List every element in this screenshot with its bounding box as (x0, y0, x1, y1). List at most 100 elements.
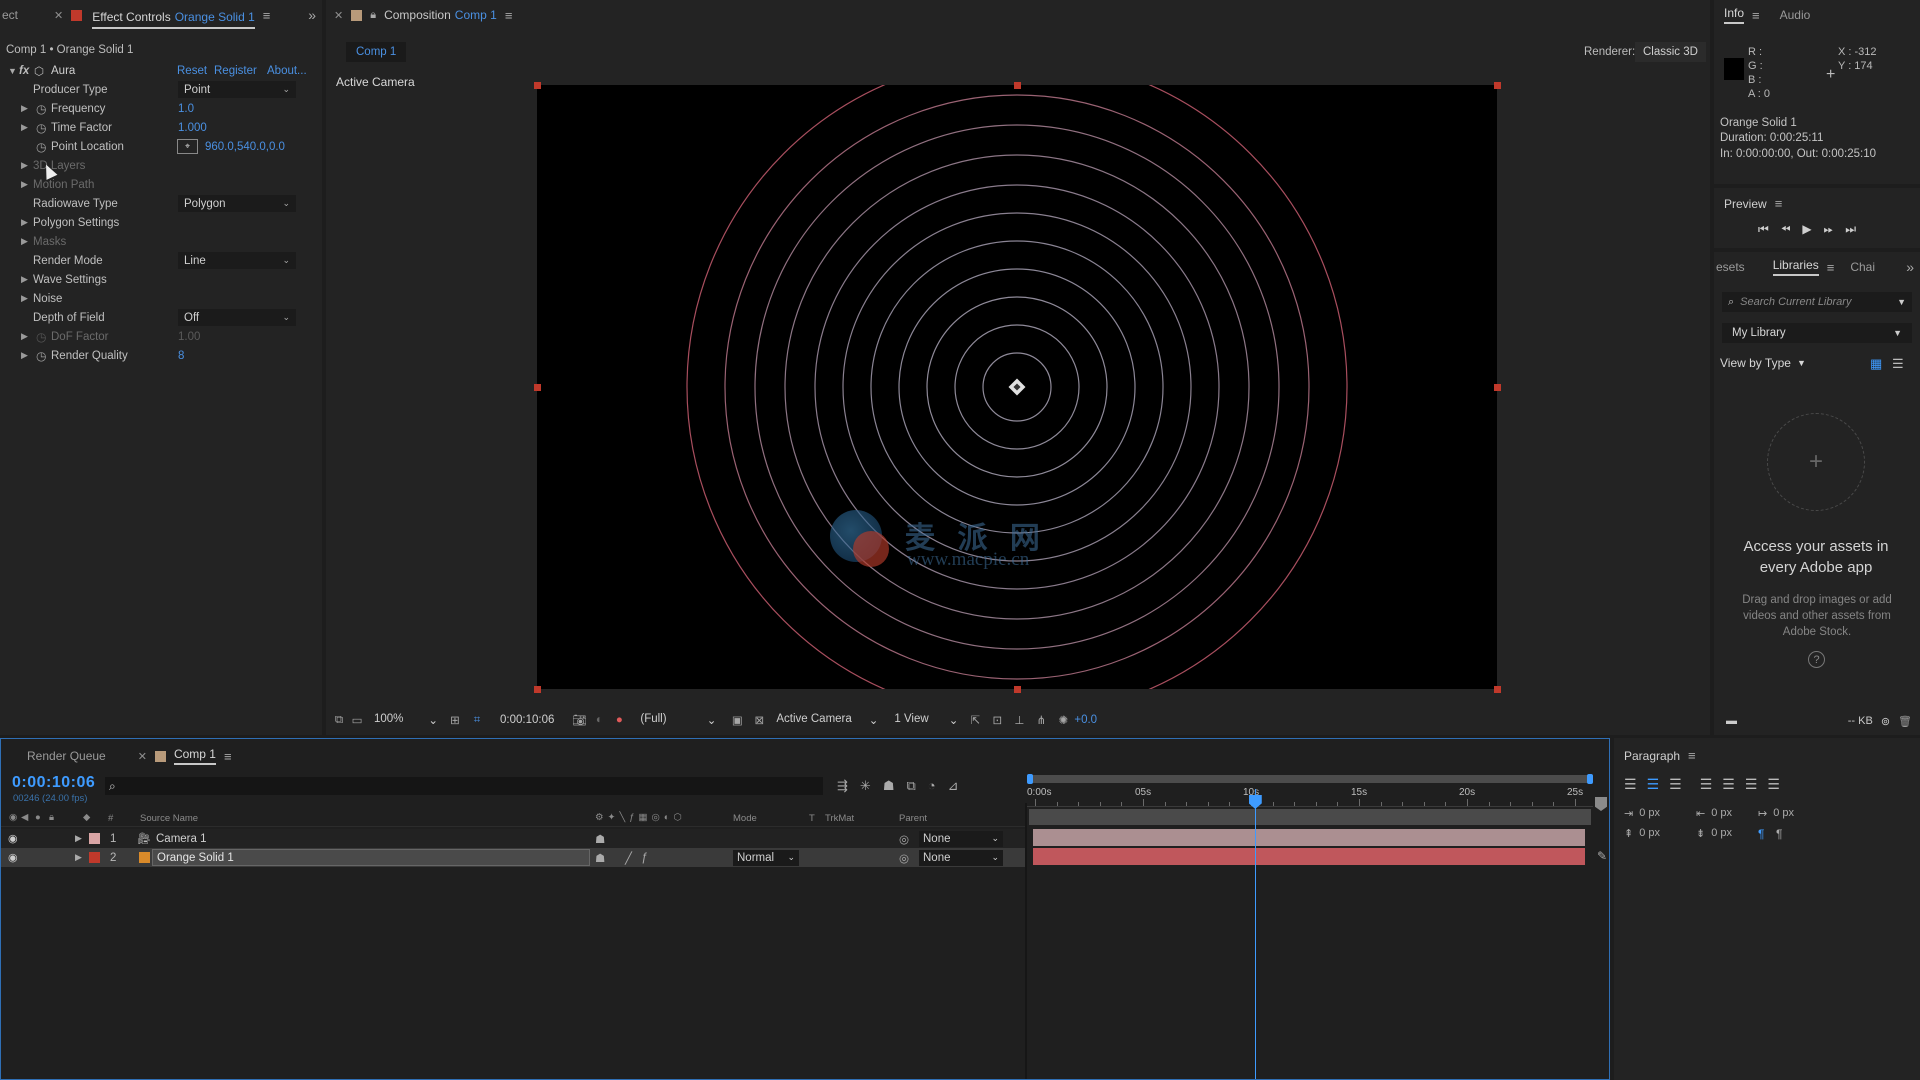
panel-menu-icon[interactable]: ≡ (1827, 260, 1835, 275)
frame-blending-icon[interactable]: ⧉ (906, 778, 915, 794)
panel-menu-icon[interactable]: ≡ (224, 749, 232, 764)
graph-editor-icon[interactable]: ⊿ (948, 778, 959, 794)
composition-viewer[interactable]: 麦 派 网 www.macpie.cn (537, 85, 1497, 689)
help-icon[interactable]: ? (1808, 651, 1825, 668)
close-icon[interactable]: ✕ (138, 750, 147, 763)
safe-zones-icon[interactable]: ⌗ (466, 714, 488, 727)
expand-triangle-icon[interactable]: ▶ (21, 217, 28, 228)
source-name-header[interactable]: Source Name (140, 813, 198, 824)
playhead[interactable] (1248, 789, 1262, 1079)
render-mode-dropdown[interactable]: Line ⌄ (178, 252, 296, 269)
renderer-button[interactable]: Classic 3D (1635, 42, 1706, 62)
play-icon[interactable]: ▶ (1802, 222, 1811, 237)
next-frame-icon[interactable]: ⏩︎ (1824, 222, 1834, 237)
expand-triangle-icon[interactable]: ▶ (21, 274, 28, 285)
justify-all-icon[interactable]: ☰ (1767, 776, 1780, 793)
stopwatch-icon[interactable]: ◷ (36, 330, 46, 344)
expand-triangle-icon[interactable]: ▶ (21, 293, 28, 304)
flowchart-icon[interactable]: ⋔ (1030, 713, 1052, 727)
layer-label-color[interactable] (89, 833, 100, 844)
grid-view-icon[interactable]: ▦ (1870, 356, 1882, 372)
layer-handle[interactable] (534, 384, 541, 391)
panel-menu-icon[interactable]: ≡ (263, 8, 271, 23)
resolution-dropdown[interactable]: (Full) ⌄ (640, 713, 716, 727)
layer-handle[interactable] (1494, 82, 1501, 89)
fit-icon[interactable]: ⊞ (444, 713, 466, 727)
layer-row-selected[interactable]: ◉ ▶ 2 Orange Solid 1 ☗ ╱ ƒ Normal ⌄ ◎ Non… (1, 848, 1025, 867)
tab-comp-1[interactable]: Comp 1 (173, 741, 216, 771)
align-right-icon[interactable]: ☰ (1669, 776, 1682, 793)
list-view-icon[interactable]: ☰ (1892, 356, 1904, 372)
tab-effects-presets[interactable]: esets (1714, 252, 1753, 282)
layer-search-input[interactable]: ⌕ (105, 777, 823, 795)
about-link[interactable]: About... (267, 65, 307, 77)
tab-audio[interactable]: Audio (1772, 0, 1819, 30)
work-area-end-handle[interactable] (1587, 774, 1593, 784)
justify-right-icon[interactable]: ☰ (1745, 776, 1758, 793)
indent-left-field[interactable]: ⇥ 0 px (1624, 807, 1660, 820)
direction-ltr-icon[interactable]: ¶ (1758, 827, 1764, 841)
close-icon[interactable]: ✕ (54, 9, 63, 22)
pickwhip-edge-icon[interactable]: ✎ (1597, 849, 1607, 863)
layer-handle[interactable] (534, 686, 541, 693)
timeline-icon[interactable]: ⊥ (1008, 713, 1030, 727)
time-ruler[interactable]: 0:00s 05s 10s 15s 20s 25s (1027, 785, 1593, 807)
reset-link[interactable]: Reset (177, 65, 207, 77)
parent-dropdown[interactable]: None ⌄ (919, 830, 1003, 847)
work-area-start-handle[interactable] (1027, 774, 1033, 784)
tab-effect-controls[interactable]: Effect Controls Orange Solid 1 (92, 7, 255, 29)
visibility-eye-icon[interactable]: ◉ (8, 832, 18, 845)
point-location-value[interactable]: 960.0,540.0,0.0 (205, 141, 285, 153)
space-before-field[interactable]: ⇞ 0 px (1624, 827, 1660, 840)
align-left-icon[interactable]: ☰ (1624, 776, 1637, 793)
shy-layers-icon[interactable]: ☗ (883, 778, 895, 794)
channel-icon[interactable]: ● (608, 714, 630, 726)
previous-frame-icon[interactable]: ⏪︎ (1781, 222, 1791, 237)
panel-menu-icon[interactable]: ≡ (1752, 8, 1760, 23)
camera-snapshot-icon[interactable]: 📷︎ (568, 713, 590, 727)
effect-switch-icon[interactable]: ƒ (641, 852, 647, 864)
layer-name-box[interactable]: Orange Solid 1 (152, 849, 590, 866)
parent-pickwhip-icon[interactable]: ◎ (899, 851, 909, 865)
stopwatch-icon[interactable]: ◷ (36, 121, 46, 135)
justify-left-icon[interactable]: ☰ (1700, 776, 1713, 793)
layer-bar-orange-solid[interactable] (1033, 848, 1585, 865)
fx-toggle-icon[interactable]: fx (19, 65, 29, 77)
close-icon[interactable]: ✕ (334, 9, 343, 22)
layer-bar-camera[interactable] (1033, 829, 1585, 846)
stopwatch-icon[interactable]: ◷ (36, 349, 46, 363)
justify-center-icon[interactable]: ☰ (1722, 776, 1735, 793)
layer-label-color[interactable] (89, 852, 100, 863)
sync-icon[interactable]: ⊚ (1881, 715, 1890, 728)
radiowave-type-dropdown[interactable]: Polygon ⌄ (178, 195, 296, 212)
shy-switch-icon[interactable]: ☗ (595, 832, 605, 846)
parent-dropdown[interactable]: None ⌄ (919, 849, 1003, 866)
toggle-pixel-aspect-icon[interactable]: ⇱ (964, 713, 986, 727)
frequency-value[interactable]: 1.0 (178, 103, 194, 115)
current-time[interactable]: 0:00:10:06 (500, 714, 554, 726)
expand-triangle-icon[interactable]: ▶ (75, 833, 82, 844)
visibility-eye-icon[interactable]: ◉ (8, 851, 18, 864)
library-search[interactable]: ⌕ Search Current Library ▼ (1722, 292, 1912, 312)
expand-triangle-icon[interactable]: ▶ (21, 122, 28, 133)
space-after-field[interactable]: ⇟ 0 px (1696, 827, 1732, 840)
expand-triangle-icon[interactable]: ▶ (21, 160, 28, 171)
expand-triangle-icon[interactable]: ▶ (21, 236, 28, 247)
direction-rtl-icon[interactable]: ¶ (1776, 827, 1782, 841)
tab-render-queue[interactable]: Render Queue (1, 741, 114, 771)
expand-panels-icon[interactable]: » (308, 7, 316, 23)
region-of-interest-icon[interactable]: ▣ (726, 713, 748, 727)
layer-handle[interactable] (1014, 686, 1021, 693)
producer-type-dropdown[interactable]: Point ⌄ (178, 81, 296, 98)
expand-triangle-icon[interactable]: ▶ (21, 350, 28, 361)
layer-handle[interactable] (1494, 384, 1501, 391)
stopwatch-icon[interactable]: ◷ (36, 140, 46, 154)
layer-row[interactable]: ◉ ▶ 1 🎥︎ Camera 1 ☗ ◎ None ⌄ (1, 829, 1025, 848)
comp-flow-tab[interactable]: Comp 1 (346, 42, 407, 62)
camera-dropdown[interactable]: Active Camera ⌄ (776, 713, 878, 727)
tab-project[interactable]: ect (0, 0, 26, 30)
panel-menu-icon[interactable]: ≡ (505, 8, 513, 23)
mode-dropdown[interactable]: Normal ⌄ (733, 849, 799, 866)
transparency-grid-icon[interactable]: ⊠ (748, 713, 770, 727)
quality-switch-icon[interactable]: ╱ (625, 851, 632, 865)
